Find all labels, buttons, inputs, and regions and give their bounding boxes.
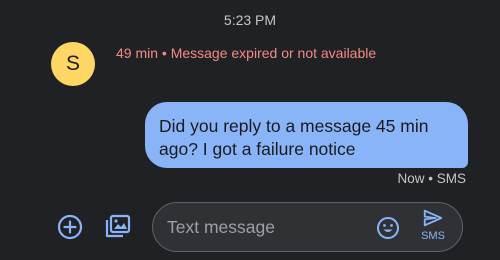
send-mode-label: SMS xyxy=(421,230,445,242)
text-message-input[interactable] xyxy=(167,203,367,251)
gallery-icon xyxy=(105,214,131,238)
add-attachment-button[interactable] xyxy=(57,214,83,240)
conversation-screen: 5:23 PM S 49 min • Message expired or no… xyxy=(0,0,500,260)
emoji-icon[interactable] xyxy=(376,216,400,240)
avatar-initial: S xyxy=(65,52,80,75)
outgoing-message-bubble[interactable]: Did you reply to a message 45 min ago? I… xyxy=(145,102,468,168)
send-icon xyxy=(423,209,443,227)
add-circle-icon xyxy=(57,214,83,240)
message-composer: SMS xyxy=(152,202,463,252)
send-button[interactable]: SMS xyxy=(413,207,453,249)
gallery-button[interactable] xyxy=(103,212,133,242)
message-timestamp: 5:23 PM xyxy=(223,12,277,28)
avatar[interactable]: S xyxy=(51,42,95,86)
message-sent-status: Now • SMS xyxy=(397,171,467,186)
outgoing-message-line-1: Did you reply to a message 45 min xyxy=(159,116,429,136)
outgoing-message-line-2: ago? I got a failure notice xyxy=(159,139,356,159)
expired-message-status[interactable]: 49 min • Message expired or not availabl… xyxy=(116,45,376,61)
